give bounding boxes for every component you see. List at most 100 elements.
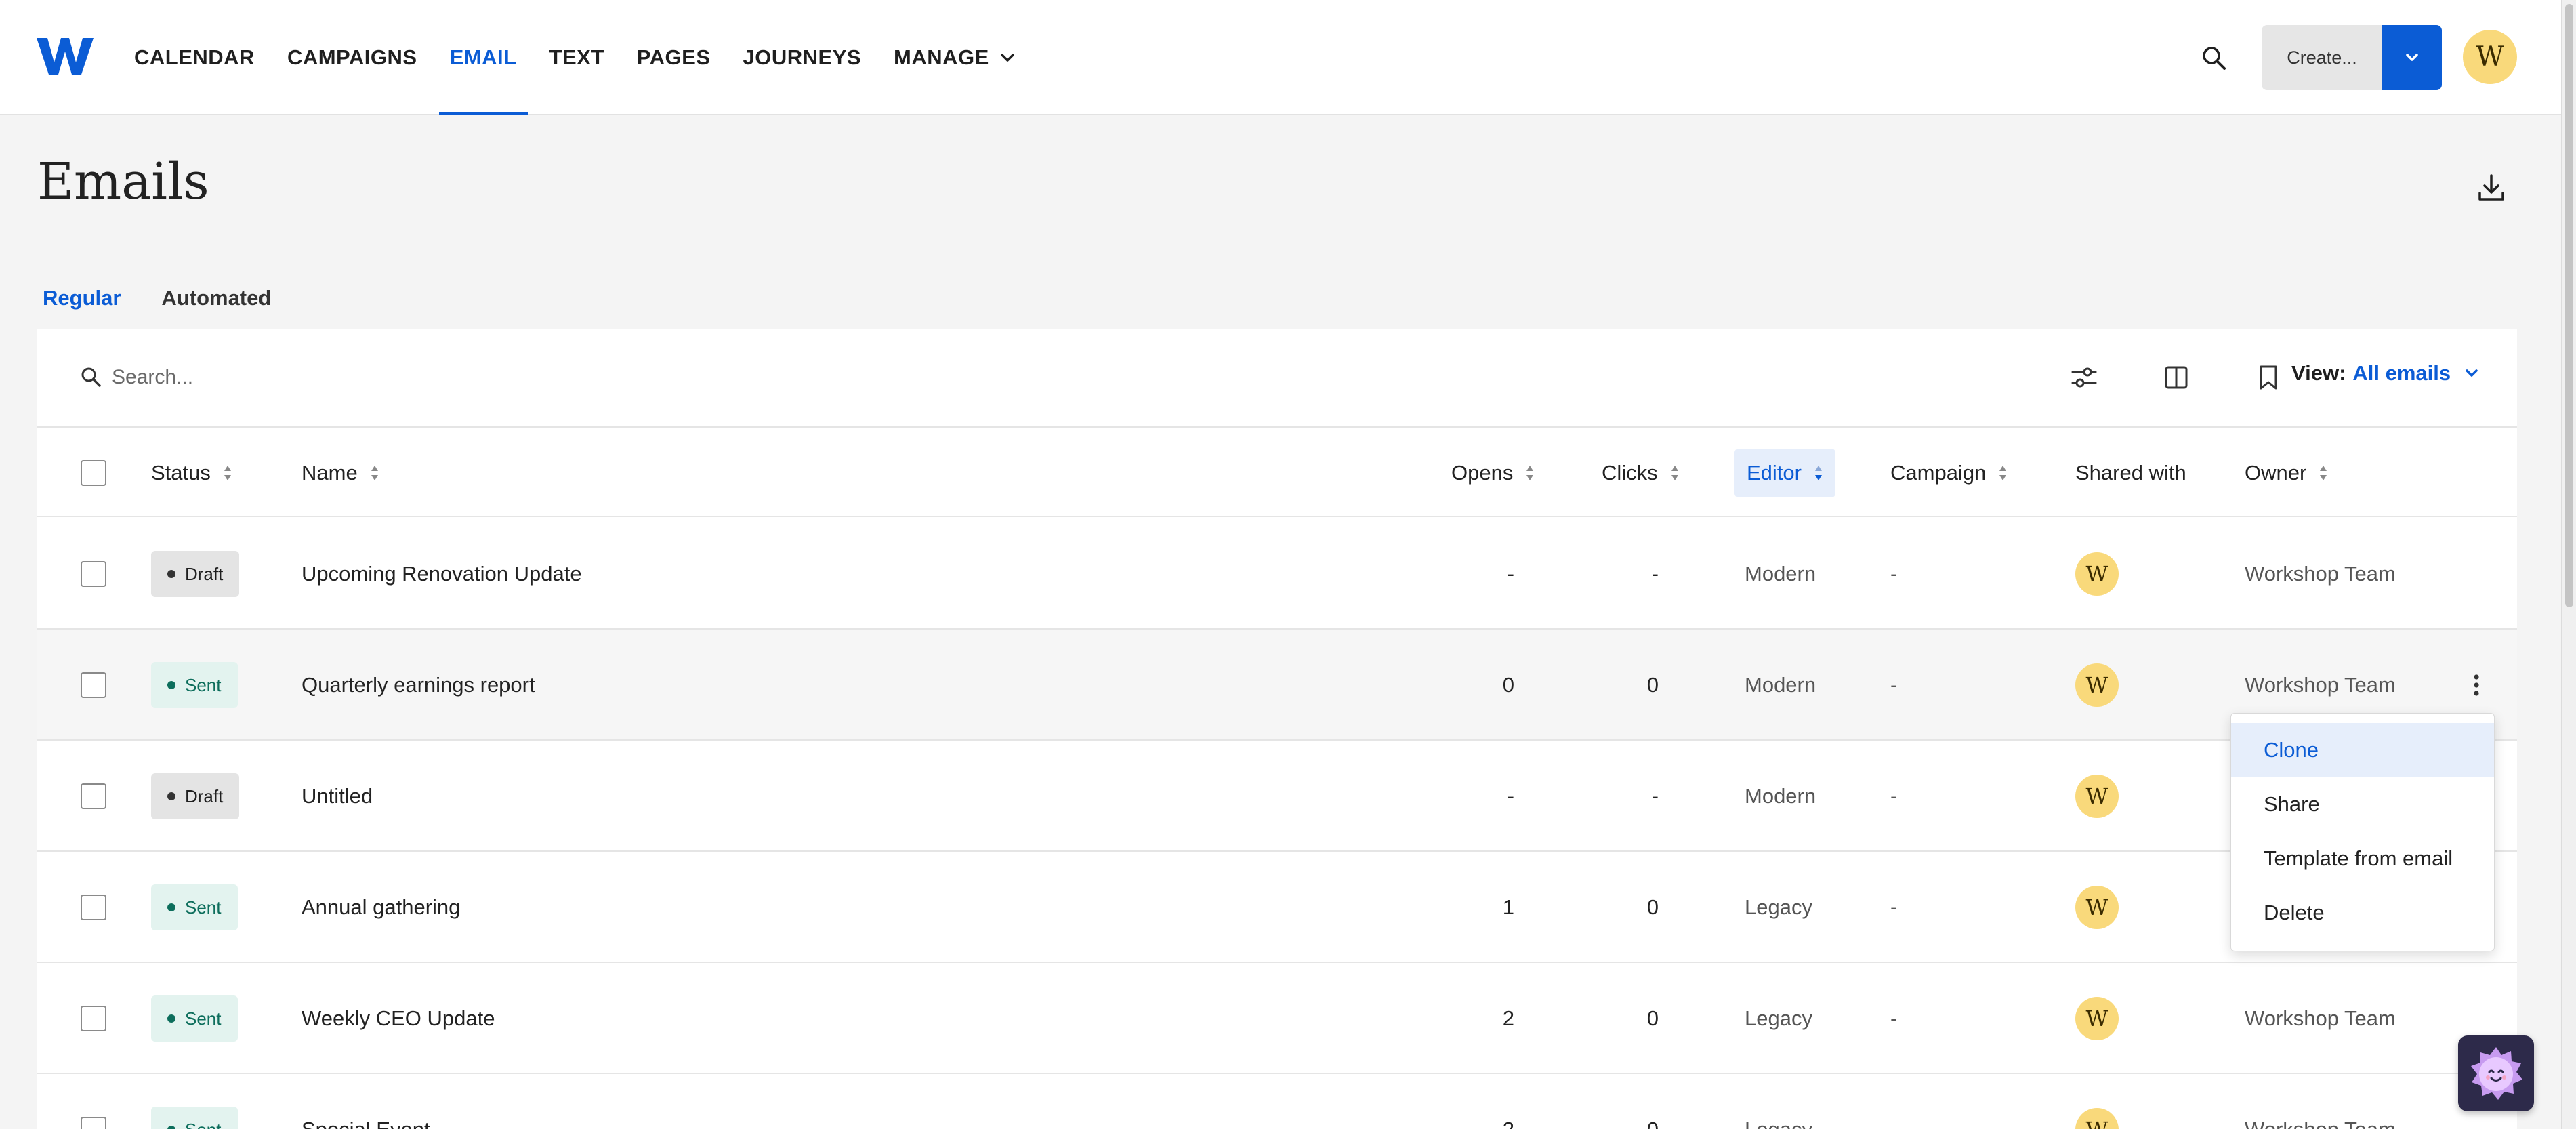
nav-manage[interactable]: MANAGE bbox=[894, 0, 1016, 115]
clicks-value: 0 bbox=[1646, 1006, 1659, 1030]
editor-value: Modern bbox=[1745, 784, 1816, 808]
editor-value: Legacy bbox=[1745, 1074, 1812, 1129]
editor-value: Legacy bbox=[1745, 895, 1812, 919]
column-header-clicks[interactable]: Clicks bbox=[1602, 429, 1680, 517]
column-header-label: Clicks bbox=[1602, 461, 1658, 485]
menu-item-template-from-email[interactable]: Template from email bbox=[2231, 832, 2494, 886]
sort-icon bbox=[1671, 466, 1678, 480]
shared-with-avatar: W bbox=[2075, 663, 2119, 707]
column-header-label: Name bbox=[302, 461, 358, 485]
view-value: All emails bbox=[2352, 361, 2451, 385]
column-header-opens[interactable]: Opens bbox=[1451, 429, 1535, 517]
select-all-checkbox[interactable] bbox=[81, 460, 106, 486]
menu-item-share[interactable]: Share bbox=[2231, 777, 2494, 832]
nav-pages[interactable]: PAGES bbox=[637, 0, 711, 115]
clicks-value: 0 bbox=[1638, 1074, 1659, 1129]
menu-item-delete[interactable]: Delete bbox=[2231, 886, 2494, 940]
chevron-down-icon bbox=[2406, 54, 2418, 61]
email-name-link[interactable]: Untitled bbox=[302, 741, 373, 852]
bookmark-icon[interactable] bbox=[2254, 363, 2283, 392]
email-name-link[interactable]: Upcoming Renovation Update bbox=[302, 518, 582, 630]
view-select[interactable]: View: All emails bbox=[2291, 361, 2480, 386]
column-header-label: Opens bbox=[1451, 461, 1514, 485]
table-row[interactable]: Sent Weekly CEO Update 2 0 Legacy - W Wo… bbox=[37, 963, 2517, 1074]
filter-sliders-icon[interactable] bbox=[2070, 363, 2098, 392]
owner-value: Workshop Team bbox=[2245, 1074, 2396, 1129]
row-checkbox[interactable] bbox=[81, 672, 106, 698]
status-badge: Sent bbox=[151, 1107, 238, 1129]
column-header-status[interactable]: Status bbox=[151, 429, 232, 517]
column-header-label: Owner bbox=[2245, 461, 2307, 485]
table-row[interactable]: Sent Special Event 2 0 Legacy - W Worksh… bbox=[37, 1074, 2517, 1129]
clicks-value: 0 bbox=[1646, 673, 1659, 697]
tab-automated[interactable]: Automated bbox=[156, 271, 276, 329]
table-row[interactable]: Sent Quarterly earnings report 0 0 Moder… bbox=[37, 630, 2517, 741]
page-title: Emails bbox=[37, 152, 209, 211]
opens-value: 1 bbox=[1502, 895, 1514, 919]
sort-icon bbox=[1526, 466, 1534, 480]
row-checkbox[interactable] bbox=[81, 1117, 106, 1129]
opens-value: - bbox=[1507, 562, 1514, 586]
more-actions-icon[interactable] bbox=[2463, 672, 2490, 699]
table-row[interactable]: Draft Upcoming Renovation Update - - Mod… bbox=[37, 518, 2517, 630]
row-checkbox[interactable] bbox=[81, 1006, 106, 1031]
column-header-campaign[interactable]: Campaign bbox=[1890, 429, 2008, 517]
nav-text[interactable]: TEXT bbox=[549, 0, 604, 115]
status-badge: Sent bbox=[151, 662, 238, 708]
scrollbar-thumb[interactable] bbox=[2565, 4, 2573, 607]
status-label: Draft bbox=[185, 563, 224, 584]
row-checkbox[interactable] bbox=[81, 895, 106, 920]
column-header-shared-with: Shared with bbox=[2075, 429, 2186, 517]
row-checkbox[interactable] bbox=[81, 561, 106, 587]
email-name-link[interactable]: Weekly CEO Update bbox=[302, 963, 495, 1074]
table-row[interactable]: Draft Untitled - - Modern - W bbox=[37, 741, 2517, 852]
nav-email[interactable]: EMAIL bbox=[438, 0, 528, 115]
top-navigation-bar: CALENDAR CAMPAIGNS EMAIL TEXT PAGES JOUR… bbox=[0, 0, 2561, 115]
email-name-link[interactable]: Special Event bbox=[302, 1074, 430, 1129]
columns-icon[interactable] bbox=[2162, 363, 2190, 392]
editor-value: Modern bbox=[1745, 673, 1816, 697]
email-name-link[interactable]: Quarterly earnings report bbox=[302, 630, 535, 741]
table-row[interactable]: Sent Annual gathering 1 0 Legacy - W bbox=[37, 852, 2517, 963]
status-label: Sent bbox=[185, 674, 222, 695]
main-nav: CALENDAR CAMPAIGNS EMAIL TEXT PAGES JOUR… bbox=[134, 0, 1049, 115]
search-icon bbox=[81, 367, 101, 387]
assistant-avatar-icon bbox=[2471, 1047, 2522, 1100]
email-name-link[interactable]: Annual gathering bbox=[302, 852, 460, 963]
status-badge: Sent bbox=[151, 884, 238, 930]
opens-value: - bbox=[1507, 784, 1514, 808]
campaign-value: - bbox=[1890, 895, 1898, 919]
shared-with-avatar: W bbox=[2075, 775, 2119, 818]
create-button[interactable]: Create... bbox=[2262, 25, 2382, 90]
create-dropdown-button[interactable] bbox=[2382, 25, 2442, 90]
nav-campaigns[interactable]: CAMPAIGNS bbox=[287, 0, 417, 115]
assistant-chat-button[interactable] bbox=[2458, 1035, 2534, 1111]
user-avatar[interactable]: W bbox=[2463, 30, 2517, 84]
status-dot bbox=[167, 1014, 175, 1023]
download-icon[interactable] bbox=[2476, 173, 2506, 203]
tab-regular[interactable]: Regular bbox=[37, 271, 127, 333]
column-header-editor[interactable]: Editor bbox=[1734, 449, 1835, 497]
column-header-name[interactable]: Name bbox=[302, 429, 379, 517]
status-label: Sent bbox=[185, 897, 222, 918]
clicks-value: 0 bbox=[1646, 895, 1659, 919]
nav-calendar[interactable]: CALENDAR bbox=[134, 0, 255, 115]
view-label: View: bbox=[2291, 361, 2346, 385]
opens-value: 2 bbox=[1494, 1074, 1514, 1129]
opens-value: 0 bbox=[1502, 673, 1514, 697]
nav-journeys[interactable]: JOURNEYS bbox=[743, 0, 862, 115]
emails-table-panel: View: All emails Status Name Opens Click… bbox=[37, 329, 2517, 1129]
clicks-value: - bbox=[1651, 784, 1659, 808]
search-icon[interactable] bbox=[2201, 45, 2228, 72]
owner-value: Workshop Team bbox=[2245, 562, 2396, 586]
campaign-value: - bbox=[1890, 784, 1898, 808]
sort-icon bbox=[2320, 466, 2327, 480]
status-label: Draft bbox=[185, 785, 224, 806]
column-header-owner[interactable]: Owner bbox=[2245, 429, 2328, 517]
page-scrollbar[interactable] bbox=[2561, 0, 2576, 1129]
row-checkbox[interactable] bbox=[81, 783, 106, 809]
search-input[interactable] bbox=[112, 358, 1331, 396]
brand-logo-icon[interactable] bbox=[37, 35, 94, 77]
menu-item-clone[interactable]: Clone bbox=[2231, 723, 2494, 777]
row-actions-menu: Clone Share Template from email Delete bbox=[2230, 713, 2495, 951]
